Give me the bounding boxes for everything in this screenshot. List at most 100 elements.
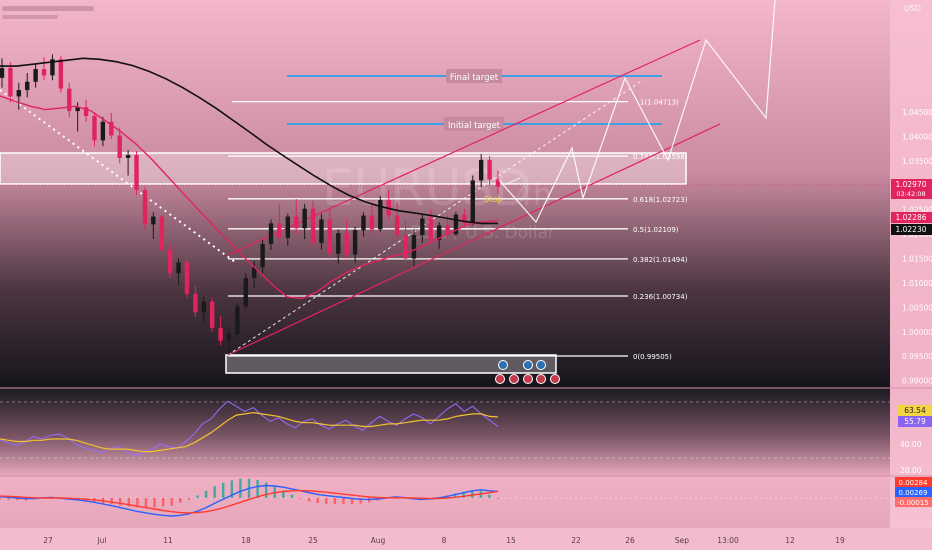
ema-slow-price-tag[interactable]: 1.02230	[891, 224, 932, 235]
candle-body	[319, 219, 324, 243]
event-icon-us[interactable]	[509, 374, 519, 384]
current-price-value: 1.02970	[895, 180, 926, 189]
candle-body	[193, 293, 198, 313]
stop-label: Stop	[484, 195, 502, 204]
candle-body	[16, 90, 22, 97]
candle-body	[159, 216, 164, 250]
time-tick-label: Sep	[675, 536, 689, 545]
rsi-tick-40: 40.00	[900, 440, 922, 449]
legend-line-1	[2, 6, 94, 11]
ema-fast-price-tag[interactable]: 1.02286	[891, 212, 932, 223]
price-tick-label: 1.00000	[902, 328, 932, 337]
candle-body	[352, 230, 358, 255]
candle-body	[302, 208, 307, 229]
fib-level-label: 0.382(1.01494)	[633, 256, 688, 264]
fib-level-label: 0.618(1.02723)	[633, 196, 688, 204]
candle-body	[336, 233, 341, 254]
event-icon-eu[interactable]	[536, 360, 546, 370]
macd-histogram-bar	[7, 498, 10, 500]
macd-histogram-bar	[213, 486, 216, 498]
price-tick-label: 1.04500	[902, 108, 932, 117]
candle-body	[235, 306, 240, 335]
candle-body	[378, 199, 383, 230]
candle-body	[369, 215, 375, 230]
macd-histogram-bar	[153, 498, 156, 508]
event-icon-eu[interactable]	[523, 360, 533, 370]
price-tick-label: 1.01000	[902, 279, 932, 288]
rsi-value: 55.79	[904, 417, 926, 426]
macd-histogram-bar	[256, 479, 259, 498]
price-tick-label: 1.00500	[902, 303, 932, 312]
candle-body	[125, 155, 131, 158]
bar-countdown: 03:42:08	[896, 190, 925, 198]
candle-body	[243, 278, 248, 307]
candle-body	[176, 262, 181, 274]
macd-histogram-bar	[488, 494, 491, 498]
event-icon-us[interactable]	[536, 374, 546, 384]
event-icon-us[interactable]	[495, 374, 505, 384]
rsi-pane-background	[0, 388, 890, 476]
time-tick-label: 15	[506, 536, 516, 545]
tradingview-chart: USD EURUSD 4h Euro / U.S. Dollar Final t…	[0, 0, 932, 550]
candle-body	[0, 68, 5, 78]
candle-body	[184, 262, 190, 294]
rsi-tick-20: 20.00	[900, 466, 922, 475]
candle-body	[151, 216, 156, 225]
axis-currency-label: USD	[904, 4, 921, 13]
time-tick-label: 18	[241, 536, 251, 545]
candle-body	[142, 190, 148, 225]
candle-body	[201, 301, 206, 313]
candle-body	[58, 59, 64, 89]
macd-histogram-bar	[307, 498, 311, 502]
macd-histogram-bar	[204, 490, 208, 498]
time-tick-label: 27	[43, 536, 53, 545]
current-price-tag[interactable]: 1.02970 03:42:08	[891, 179, 932, 199]
time-tick-label: 12	[785, 536, 795, 545]
candle-body	[361, 215, 366, 231]
candle-body	[117, 135, 122, 158]
macd-histogram-bar	[496, 498, 500, 499]
macd-histogram-bar	[333, 498, 337, 504]
event-icon-eu[interactable]	[498, 360, 508, 370]
time-tick-label: 22	[571, 536, 581, 545]
macd-histogram-bar	[119, 498, 122, 506]
macd-histogram-value: -0.00015	[897, 499, 928, 507]
ema-slow-price-value: 1.02230	[895, 225, 926, 234]
candle-body	[344, 233, 349, 255]
candle-body	[470, 180, 475, 224]
final-target-label: Final target	[450, 73, 499, 83]
macd-histogram-bar	[239, 478, 242, 498]
macd-histogram-bar	[187, 498, 191, 500]
candle-body	[478, 159, 484, 181]
candle-body	[277, 223, 282, 239]
time-tick-label: 13:00	[717, 536, 739, 545]
time-tick-label: Aug	[371, 536, 386, 545]
resistance-zone[interactable]	[0, 152, 687, 185]
price-tick-label: 1.01500	[902, 255, 932, 264]
time-tick-label: Jul	[96, 536, 106, 545]
time-tick-label: 19	[835, 536, 845, 545]
macd-histogram-bar	[222, 482, 225, 498]
fib-level-label: 0.786(1.03598)	[633, 153, 688, 161]
rsi-ma-value: 63.54	[904, 406, 926, 415]
macd-histogram-bar	[161, 498, 165, 507]
candle-body	[25, 81, 30, 91]
macd-histogram-bar	[110, 498, 113, 505]
macd-histogram-bar	[299, 498, 302, 499]
event-icon-us[interactable]	[550, 374, 560, 384]
candle-body	[487, 159, 492, 180]
price-tick-label: 1.04000	[902, 132, 932, 141]
macd-histogram-bar	[0, 498, 2, 500]
initial-target-label: Initial target	[448, 121, 501, 131]
macd-histogram-bar	[179, 498, 182, 503]
event-icon-us[interactable]	[523, 374, 533, 384]
price-tick-label: 0.99500	[902, 352, 932, 361]
candle-body	[420, 218, 425, 236]
time-tick-label: 25	[308, 536, 318, 545]
macd-histogram-bar	[264, 482, 268, 498]
candle-body	[411, 235, 417, 259]
candle-body	[100, 121, 106, 141]
legend-line-2	[2, 15, 58, 19]
macd-signal-value: 0.00284	[899, 479, 928, 487]
candle-body	[428, 218, 433, 241]
